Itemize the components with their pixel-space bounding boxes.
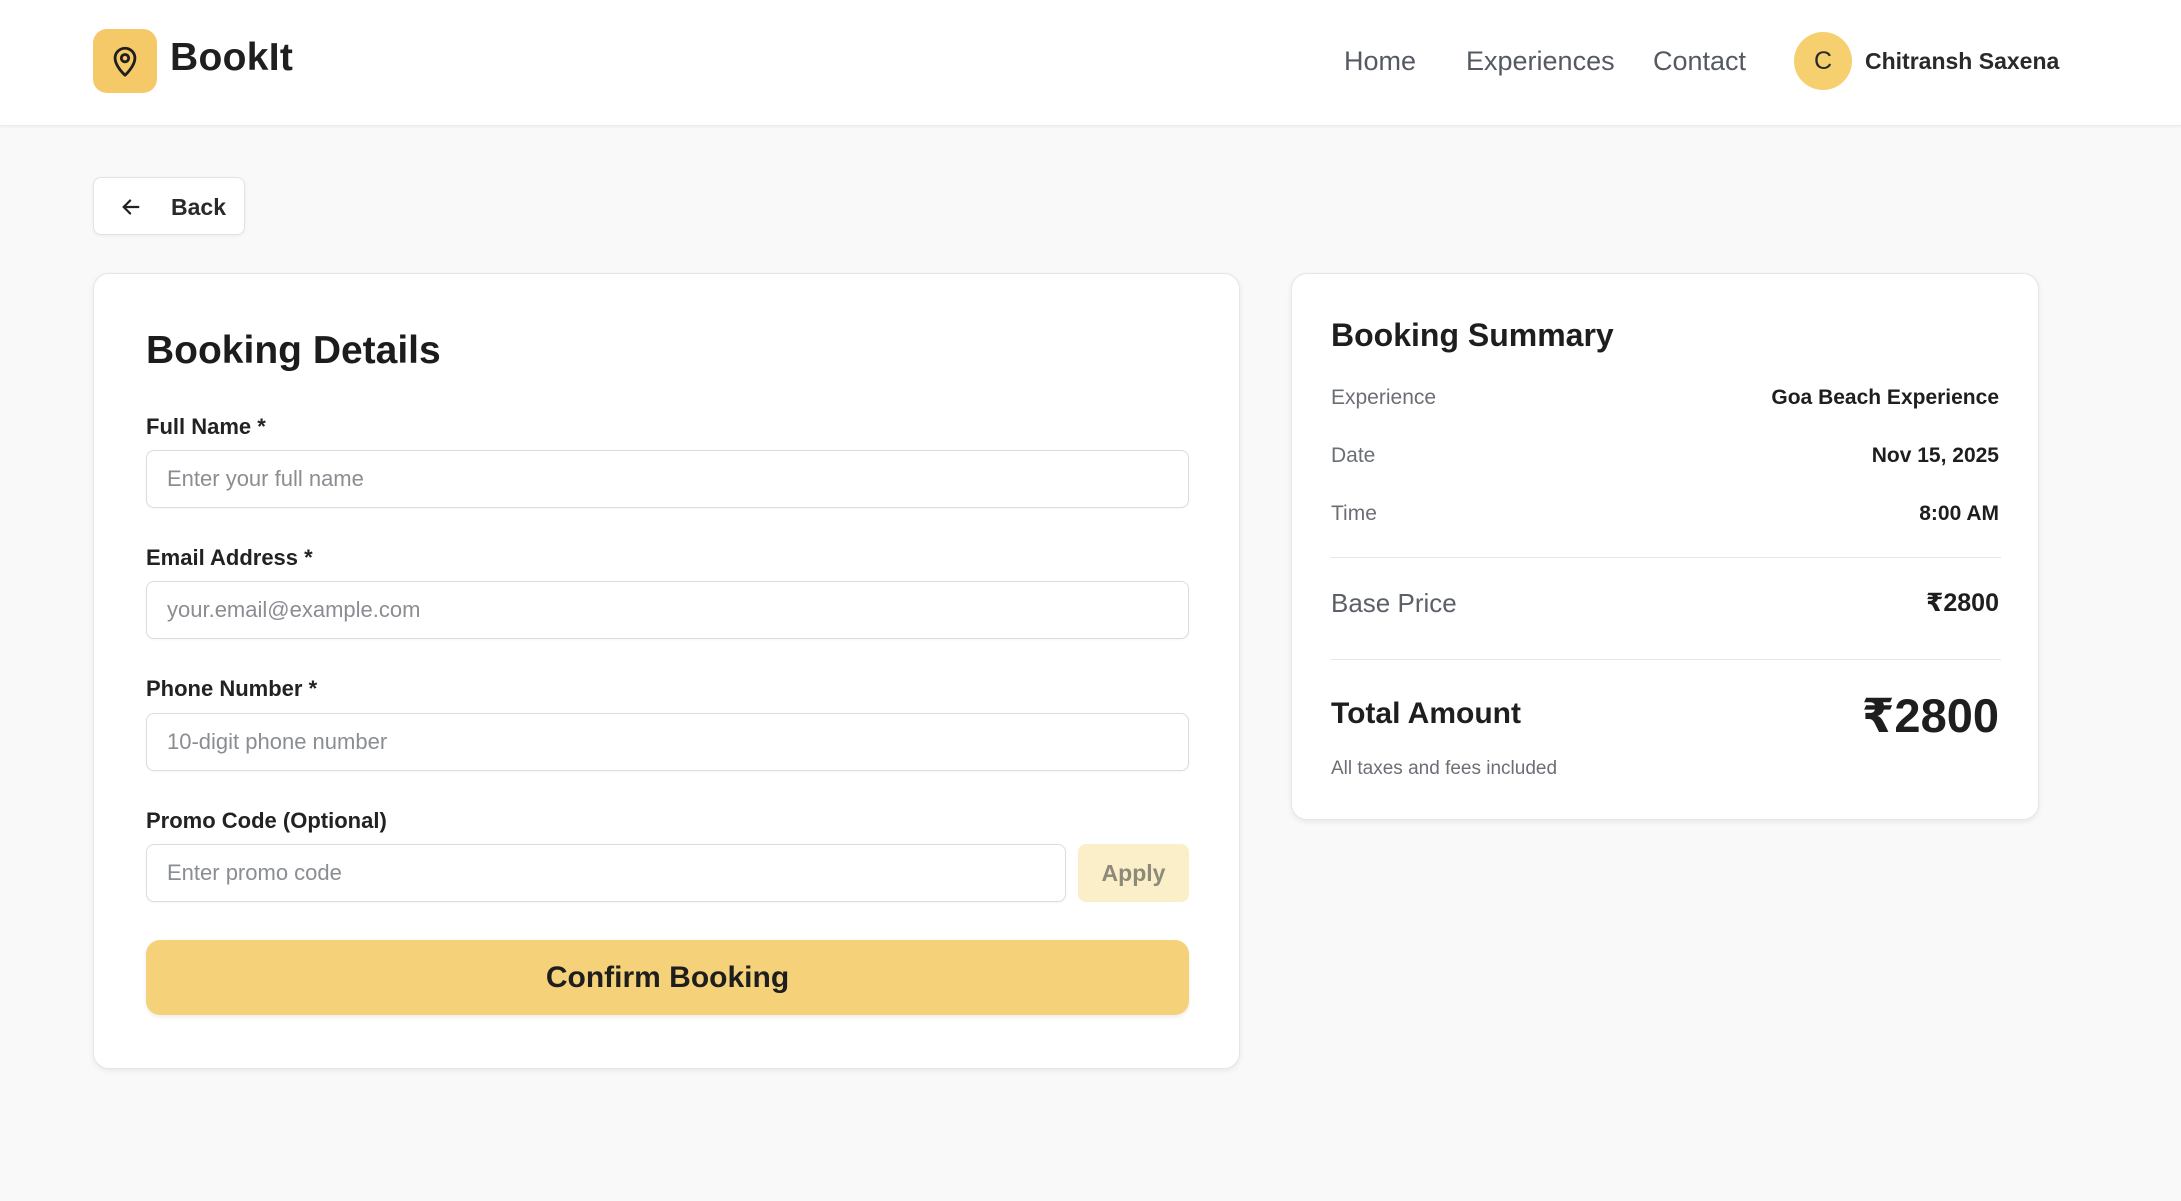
summary-divider — [1331, 659, 2001, 660]
email-label: Email Address * — [146, 545, 313, 570]
booking-details-card: Booking Details Full Name * Email Addres… — [93, 273, 1240, 1069]
summary-divider — [1331, 557, 2001, 558]
tax-note: All taxes and fees included — [1331, 758, 1558, 779]
summary-date-label: Date — [1331, 444, 1376, 467]
map-pin-icon — [113, 46, 137, 77]
summary-experience-label: Experience — [1331, 386, 1437, 409]
user-name[interactable]: Chitransh Saxena — [1865, 48, 2059, 75]
brand-name[interactable]: BookIt — [170, 36, 293, 80]
confirm-booking-button[interactable]: Confirm Booking — [146, 940, 1189, 1015]
form-title: Booking Details — [146, 329, 441, 372]
phone-label: Phone Number * — [146, 676, 318, 701]
summary-time-value: 8:00 AM — [1919, 502, 1999, 525]
summary-title: Booking Summary — [1331, 317, 1614, 353]
nav-home-link[interactable]: Home — [1344, 46, 1416, 77]
back-button[interactable]: Back — [93, 177, 245, 235]
phone-input[interactable] — [146, 713, 1189, 771]
promo-label: Promo Code (Optional) — [146, 808, 387, 833]
summary-time-label: Time — [1331, 502, 1377, 525]
arrow-left-icon — [122, 199, 140, 215]
base-price-value: ₹2800 — [1925, 589, 1999, 617]
summary-experience-value: Goa Beach Experience — [1771, 386, 1999, 409]
promo-code-input[interactable] — [146, 844, 1066, 902]
nav-contact-link[interactable]: Contact — [1653, 46, 1746, 77]
full-name-label: Full Name * — [146, 414, 266, 439]
base-price-label: Base Price — [1331, 588, 1457, 618]
apply-promo-button[interactable]: Apply — [1078, 844, 1189, 902]
nav-experiences-link[interactable]: Experiences — [1466, 46, 1615, 77]
summary-date-value: Nov 15, 2025 — [1871, 444, 1999, 467]
email-input[interactable] — [146, 581, 1189, 639]
brand-logo[interactable] — [93, 29, 157, 93]
booking-summary-card: Booking Summary Experience Goa Beach Exp… — [1291, 273, 2039, 820]
user-avatar[interactable]: C — [1794, 32, 1852, 90]
total-amount-label: Total Amount — [1331, 697, 1521, 730]
total-amount-value: ₹2800 — [1861, 689, 1999, 742]
back-label: Back — [171, 194, 226, 220]
top-navbar: BookIt Home Experiences Contact C Chitra… — [0, 0, 2181, 126]
full-name-input[interactable] — [146, 450, 1189, 508]
